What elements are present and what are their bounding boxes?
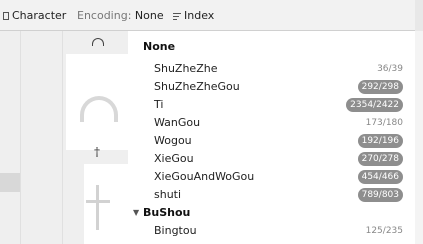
list-item[interactable]: ShuZheZheGou 292/298	[128, 78, 415, 96]
list-item-name: Wogou	[154, 134, 192, 147]
character-menu-button[interactable]: Character	[3, 8, 66, 24]
list-item-name: WanGou	[154, 116, 201, 129]
list-item-name: shuti	[154, 188, 182, 201]
glyph-arc-small	[92, 38, 104, 46]
column-divider	[62, 31, 63, 244]
list-item[interactable]: XieGou 270/278	[128, 150, 415, 168]
list-item-name: Ti	[154, 98, 164, 111]
group-header-none[interactable]: None	[128, 38, 415, 56]
column-divider	[20, 31, 21, 244]
glyph-preview-pane	[0, 31, 128, 244]
group-name: None	[143, 40, 176, 53]
encoding-label: Encoding:	[77, 9, 132, 22]
list-item[interactable]: ShuZheZhe 36/39	[128, 60, 415, 78]
list-item[interactable]: Wogou 192/196	[128, 132, 415, 150]
count-badge: 125/235	[365, 226, 403, 236]
count-badge: 36/39	[377, 64, 403, 74]
toolbar: Character Encoding: None Index	[0, 0, 423, 31]
scrollbar-track[interactable]	[415, 31, 423, 244]
count-badge: 789/803	[357, 188, 403, 202]
list-item[interactable]: shuti 789/803	[128, 186, 415, 204]
glyph-dagger-small: †	[94, 145, 100, 159]
list-item-name: XieGouAndWoGou	[154, 170, 255, 183]
count-badge: 454/466	[357, 170, 403, 184]
list-item-name: ShuZheZheGou	[154, 80, 240, 93]
encoding-value: None	[134, 9, 164, 22]
caret-down-icon: ▼	[133, 208, 140, 217]
character-label: Character	[12, 9, 67, 22]
list-item-name: XieGou	[154, 152, 194, 165]
count-badge: 292/298	[357, 80, 403, 94]
list-item[interactable]: WanGou 173/180	[128, 114, 415, 132]
glyph-dagger-large-bar	[86, 200, 110, 203]
index-dropdown: None ShuZheZhe 36/39 ShuZheZheGou 292/29…	[128, 31, 415, 244]
count-badge: 270/278	[357, 152, 403, 166]
list-item[interactable]: XieGouAndWoGou 454/466	[128, 168, 415, 186]
group-name: BuShou	[143, 206, 191, 219]
selected-row-marker	[0, 173, 20, 192]
group-header-bushou[interactable]: ▼ BuShou	[128, 204, 415, 222]
encoding-menu-button[interactable]: Encoding: None	[77, 8, 164, 24]
list-item[interactable]: Bingtou 125/235	[128, 222, 415, 240]
toolbar-edge	[415, 0, 423, 31]
index-list-icon	[173, 11, 181, 22]
index-menu-button[interactable]: Index	[173, 8, 214, 24]
index-label: Index	[184, 9, 215, 22]
list-item[interactable]: Ti 2354/2422	[128, 96, 415, 114]
list-item-name: ShuZheZhe	[154, 62, 218, 75]
glyph-cell[interactable]	[84, 164, 128, 244]
character-icon	[3, 12, 9, 20]
count-badge: 173/180	[365, 118, 403, 128]
count-badge: 192/196	[357, 134, 403, 148]
glyph-dagger-large	[96, 185, 99, 230]
list-item-name: Bingtou	[154, 224, 197, 237]
count-badge: 2354/2422	[346, 98, 403, 112]
